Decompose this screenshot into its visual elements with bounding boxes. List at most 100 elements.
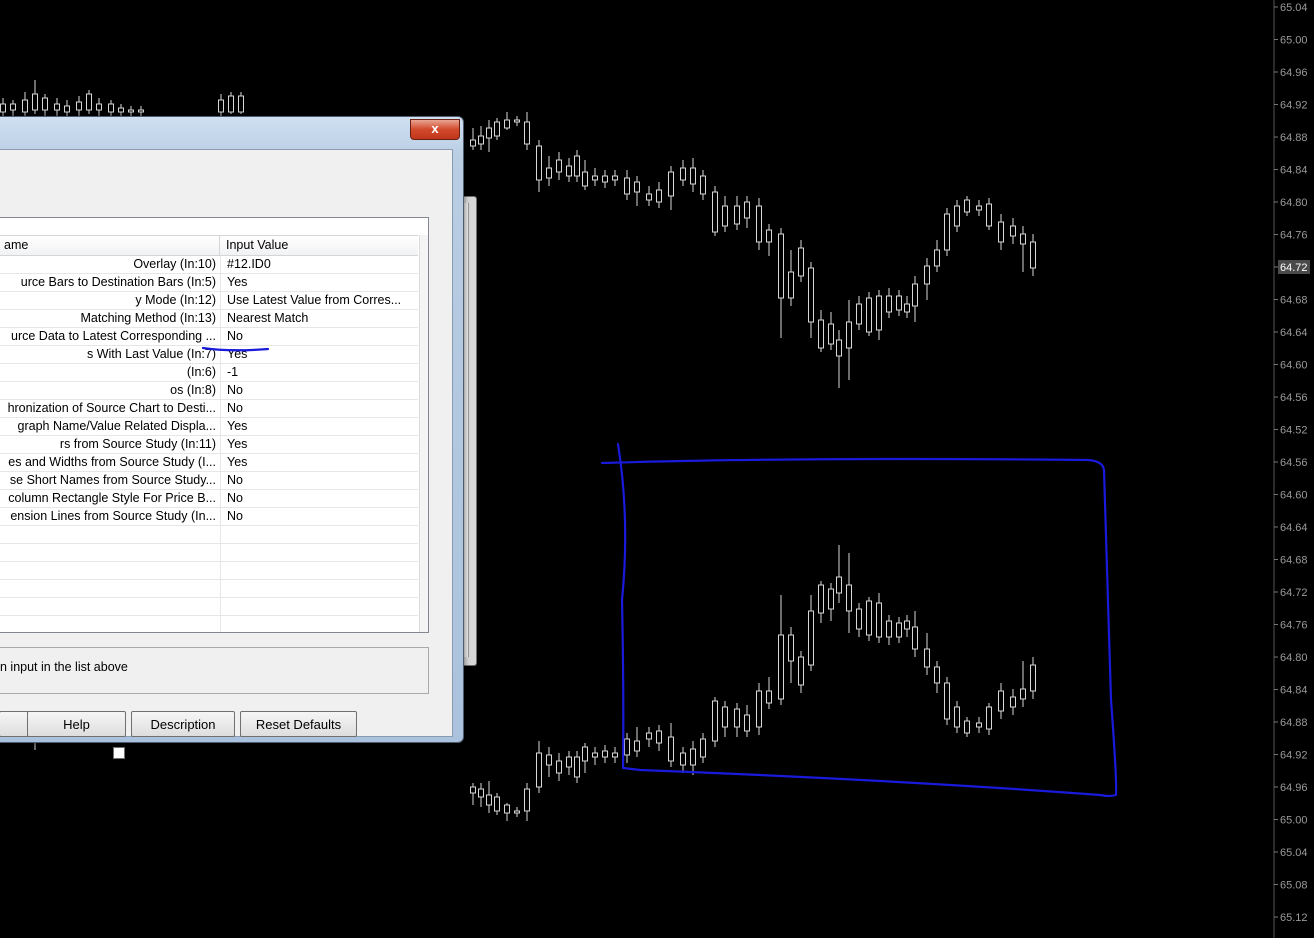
candle-body bbox=[566, 756, 572, 768]
input-value-cell[interactable]: No bbox=[220, 472, 417, 489]
axis-tick-label: 64.68 bbox=[1280, 555, 1308, 567]
input-value-cell[interactable]: -1 bbox=[220, 364, 417, 381]
candle-body bbox=[1020, 233, 1026, 245]
candle-body bbox=[700, 175, 706, 195]
column-header-input-value[interactable]: Input Value bbox=[220, 236, 418, 255]
candle-body bbox=[478, 788, 484, 798]
save-default-checkbox[interactable] bbox=[113, 747, 125, 759]
candle-body bbox=[896, 622, 902, 638]
candle-body bbox=[524, 788, 530, 812]
candle-body bbox=[486, 794, 492, 806]
description-button[interactable]: Description bbox=[131, 711, 235, 737]
candle-body bbox=[556, 760, 562, 774]
table-row[interactable]: urce Data to Latest Corresponding ... No bbox=[0, 328, 418, 346]
table-row[interactable]: se Short Names from Source Study... No bbox=[0, 472, 418, 490]
table-row[interactable] bbox=[0, 580, 418, 598]
axis-tick-label: 65.00 bbox=[1280, 815, 1308, 827]
table-row[interactable]: s With Last Value (In:7) Yes bbox=[0, 346, 418, 364]
table-row[interactable]: graph Name/Value Related Displa... Yes bbox=[0, 418, 418, 436]
input-value-cell[interactable]: No bbox=[220, 328, 417, 345]
candle-body bbox=[954, 205, 960, 227]
input-name-text: hronization of Source Chart to Desti... bbox=[7, 401, 216, 415]
table-row[interactable]: column Rectangle Style For Price B... No bbox=[0, 490, 418, 508]
column-header-name[interactable]: ame bbox=[0, 236, 220, 255]
input-name-text: y Mode (In:12) bbox=[135, 293, 216, 307]
table-row[interactable] bbox=[0, 598, 418, 616]
candle-body bbox=[536, 145, 542, 181]
axis-tick-label: 64.52 bbox=[1280, 425, 1308, 437]
save-default-label: Save these settings as the default bbox=[131, 746, 327, 761]
input-value-cell[interactable]: #12.ID0 bbox=[220, 256, 417, 273]
input-value-cell[interactable]: Yes bbox=[220, 274, 417, 291]
axis-tick-label: 65.04 bbox=[1280, 847, 1308, 859]
table-row[interactable]: es and Widths from Source Study (I... Yes bbox=[0, 454, 418, 472]
input-name-cell bbox=[0, 526, 220, 543]
input-name-cell: (In:6) bbox=[0, 364, 220, 381]
input-value-cell[interactable] bbox=[220, 580, 417, 597]
close-icon: x bbox=[431, 121, 439, 136]
table-row[interactable] bbox=[0, 562, 418, 580]
input-value-cell[interactable] bbox=[220, 598, 417, 615]
table-row[interactable]: ension Lines from Source Study (In... No bbox=[0, 508, 418, 526]
input-value-cell[interactable]: Yes bbox=[220, 454, 417, 471]
input-value-cell[interactable] bbox=[220, 526, 417, 543]
candle-body bbox=[836, 576, 842, 594]
input-value-cell[interactable]: Yes bbox=[220, 346, 417, 363]
input-name-text: (In:6) bbox=[186, 365, 216, 379]
axis-tick-label: 64.72 bbox=[1280, 587, 1308, 599]
candle-body bbox=[712, 191, 718, 233]
input-name-cell: urce Data to Latest Corresponding ... bbox=[0, 328, 220, 345]
table-row[interactable]: (In:6) -1 bbox=[0, 364, 418, 382]
input-value-cell[interactable]: Nearest Match bbox=[220, 310, 417, 327]
candle-body bbox=[1030, 664, 1036, 692]
axis-tick-label: 64.84 bbox=[1280, 685, 1308, 697]
candle-body bbox=[690, 748, 696, 766]
input-value-cell[interactable]: No bbox=[220, 400, 417, 417]
reset-defaults-button[interactable]: Reset Defaults bbox=[240, 711, 357, 737]
candle-body bbox=[592, 752, 598, 758]
input-value-cell[interactable]: Yes bbox=[220, 418, 417, 435]
input-value-cell[interactable]: Use Latest Value from Corres... bbox=[220, 292, 417, 309]
input-value-cell[interactable]: No bbox=[220, 508, 417, 525]
close-button[interactable]: x bbox=[410, 119, 460, 140]
candle-body bbox=[734, 205, 740, 225]
table-row[interactable] bbox=[0, 526, 418, 544]
table-header: ame Input Value bbox=[0, 235, 418, 256]
candle-body bbox=[912, 283, 918, 307]
table-row[interactable]: os (In:8) No bbox=[0, 382, 418, 400]
candle-body bbox=[828, 323, 834, 345]
help-button[interactable]: Help bbox=[27, 711, 126, 737]
table-row[interactable]: y Mode (In:12) Use Latest Value from Corr… bbox=[0, 292, 418, 310]
candle-body bbox=[494, 796, 500, 812]
candle-body bbox=[998, 690, 1004, 712]
axis-tick-label: 65.00 bbox=[1280, 35, 1308, 47]
dialog-body: ame Input Value Overlay (In:10) #12.ID0 ur… bbox=[0, 149, 453, 761]
input-value-cell[interactable] bbox=[220, 616, 417, 632]
table-row[interactable] bbox=[0, 544, 418, 562]
table-row[interactable]: Matching Method (In:13) Nearest Match bbox=[0, 310, 418, 328]
axis-tick-label: 64.68 bbox=[1280, 295, 1308, 307]
axis-tick-label: 64.64 bbox=[1280, 522, 1308, 534]
table-row[interactable]: urce Bars to Destination Bars (In:5) Yes bbox=[0, 274, 418, 292]
candle-body bbox=[788, 271, 794, 299]
table-scrollbar[interactable] bbox=[419, 235, 428, 632]
axis-tick-label: 64.56 bbox=[1280, 392, 1308, 404]
table-row[interactable]: rs from Source Study (In:11) Yes bbox=[0, 436, 418, 454]
current-price-label: 64.72 bbox=[1280, 262, 1308, 274]
table-row[interactable] bbox=[0, 616, 418, 632]
candle-body bbox=[722, 706, 728, 728]
candle-body bbox=[798, 656, 804, 686]
candle-body bbox=[566, 165, 572, 177]
input-value-cell[interactable] bbox=[220, 544, 417, 561]
save-default-row[interactable]: Save these settings as the default bbox=[113, 746, 326, 761]
input-name-cell: rs from Source Study (In:11) bbox=[0, 436, 220, 453]
table-row[interactable]: Overlay (In:10) #12.ID0 bbox=[0, 256, 418, 274]
input-value-cell[interactable] bbox=[220, 562, 417, 579]
input-value-cell[interactable]: Yes bbox=[220, 436, 417, 453]
input-value-cell[interactable]: No bbox=[220, 382, 417, 399]
input-value-cell[interactable]: No bbox=[220, 490, 417, 507]
table-row[interactable]: hronization of Source Chart to Desti... N… bbox=[0, 400, 418, 418]
candle-body bbox=[954, 706, 960, 728]
candle-body bbox=[22, 99, 28, 113]
candle-body bbox=[856, 608, 862, 630]
